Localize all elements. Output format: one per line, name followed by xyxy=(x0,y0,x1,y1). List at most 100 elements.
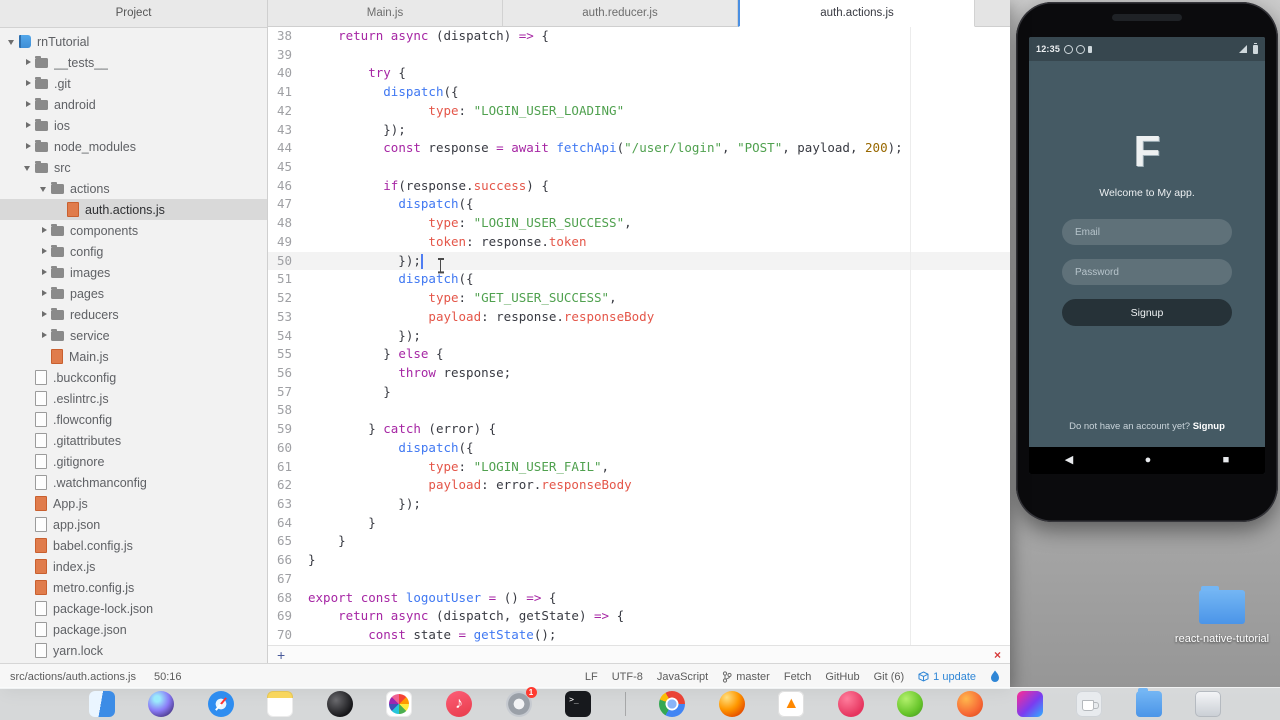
tree-item-label: images xyxy=(70,265,111,280)
file-icon xyxy=(35,496,47,511)
mouse-ibeam-cursor xyxy=(436,258,445,273)
dock-icon-finder[interactable] xyxy=(88,691,115,717)
status-teletype[interactable] xyxy=(990,670,1000,683)
tree-file-.buckconfig[interactable]: .buckconfig xyxy=(0,367,267,388)
code-text: } xyxy=(308,383,391,399)
status-file-path[interactable]: src/actions/auth.actions.js xyxy=(10,671,136,683)
close-panel-button[interactable]: × xyxy=(994,649,1001,661)
add-button[interactable]: + xyxy=(277,648,285,662)
status-encoding[interactable]: UTF-8 xyxy=(612,671,643,683)
tree-file-metro.config.js[interactable]: metro.config.js xyxy=(0,577,267,598)
tree-file-Main.js[interactable]: Main.js xyxy=(0,346,267,367)
tree-folder-rnTutorial[interactable]: rnTutorial xyxy=(0,31,267,52)
dock-icon-vlc[interactable]: ▲ xyxy=(778,691,805,717)
dock-icon-system-preferences[interactable]: 1 xyxy=(505,687,537,717)
tree-file-auth.actions.js[interactable]: auth.actions.js xyxy=(0,199,267,220)
dock-icon-safari[interactable] xyxy=(207,691,234,717)
dock-icon-coffee-cup[interactable] xyxy=(1076,691,1103,717)
code-text: }); xyxy=(308,327,421,343)
chevron-right-icon xyxy=(38,288,50,300)
dock-icon-music[interactable]: ♪ xyxy=(445,691,472,717)
line-number: 46 xyxy=(276,177,292,193)
chevron-down-icon xyxy=(22,162,34,174)
code-line-68: 68 export const logoutUser = () => { xyxy=(268,589,1010,608)
code-line-64: 64 } xyxy=(268,514,1010,533)
bottom-panel: + × xyxy=(268,645,1010,664)
back-button[interactable]: ◀ xyxy=(1065,455,1073,466)
line-number: 52 xyxy=(276,290,292,306)
recents-button[interactable]: ■ xyxy=(1223,455,1230,466)
status-line-ending[interactable]: LF xyxy=(585,671,598,683)
tree-file-.gitignore[interactable]: .gitignore xyxy=(0,451,267,472)
signup-link[interactable]: Signup xyxy=(1193,421,1225,432)
tree-file-.flowconfig[interactable]: .flowconfig xyxy=(0,409,267,430)
tree-file-babel.config.js[interactable]: babel.config.js xyxy=(0,535,267,556)
chevron-right-icon xyxy=(38,330,50,342)
tree-folder-components[interactable]: components xyxy=(0,220,267,241)
tree-folder-pages[interactable]: pages xyxy=(0,283,267,304)
tab-auth.actions.js[interactable]: auth.actions.js xyxy=(738,0,975,27)
status-github[interactable]: GitHub xyxy=(825,671,859,683)
dock-icon-genymotion[interactable] xyxy=(837,691,864,717)
dock-icon-siri[interactable] xyxy=(148,691,175,717)
tree-folder-images[interactable]: images xyxy=(0,262,267,283)
line-number: 49 xyxy=(276,233,292,249)
tree-file-app.json[interactable]: app.json xyxy=(0,514,267,535)
tree-folder-config[interactable]: config xyxy=(0,241,267,262)
status-cursor-position[interactable]: 50:16 xyxy=(154,671,182,683)
dock-icon-chrome[interactable] xyxy=(659,691,686,717)
dock-icon-trash[interactable] xyxy=(1195,691,1222,717)
desktop-folder-react-native-tutorial[interactable]: react-native-tutorial xyxy=(1172,586,1272,646)
folder-icon xyxy=(51,328,64,341)
dock-icon-firefox[interactable] xyxy=(718,691,745,717)
dock-icon-android-studio[interactable] xyxy=(897,691,924,717)
home-button[interactable]: ● xyxy=(1145,455,1152,466)
dock-icon-photos[interactable] xyxy=(386,691,413,717)
tree-folder-reducers[interactable]: reducers xyxy=(0,304,267,325)
folder-icon xyxy=(35,55,48,68)
dock-icon-photo-booth[interactable] xyxy=(326,691,353,717)
code-line-50: 50 }); xyxy=(268,251,1010,271)
dock-icon-notes[interactable] xyxy=(267,691,294,717)
phone-clock: 12:35 xyxy=(1036,44,1061,54)
tree-file-.gitattributes[interactable]: .gitattributes xyxy=(0,430,267,451)
tree-file-index.js[interactable]: index.js xyxy=(0,556,267,577)
tree-folder-node_modules[interactable]: node_modules xyxy=(0,136,267,157)
code-editor[interactable]: 38 return async (dispatch) => {39 40 try … xyxy=(268,27,1010,645)
tree-file-App.js[interactable]: App.js xyxy=(0,493,267,514)
status-git-branch[interactable]: master xyxy=(722,671,770,683)
tree-file-package-lock.json[interactable]: package-lock.json xyxy=(0,598,267,619)
tab-Main.js[interactable]: Main.js xyxy=(268,0,503,27)
status-fetch[interactable]: Fetch xyxy=(784,671,812,683)
tree-file-.eslintrc.js[interactable]: .eslintrc.js xyxy=(0,388,267,409)
code-text: }); xyxy=(308,121,406,137)
tree-folder-src[interactable]: src xyxy=(0,157,267,178)
tree-file-.watchmanconfig[interactable]: .watchmanconfig xyxy=(0,472,267,493)
dock-icon-postman[interactable] xyxy=(957,691,983,717)
tree-item-label: yarn.lock xyxy=(53,643,104,658)
code-text: return async (dispatch) => { xyxy=(338,28,549,43)
dock-icon-downloads-folder[interactable] xyxy=(1135,688,1162,717)
dock-icon-terminal[interactable]: >_ xyxy=(565,691,592,717)
tree-folder-service[interactable]: service xyxy=(0,325,267,346)
screen: 12:35 F Welcome to My app. Email Passwor… xyxy=(0,0,1280,720)
status-git-changes[interactable]: Git (6) xyxy=(874,671,905,683)
tree-file-package.json[interactable]: package.json xyxy=(0,619,267,640)
status-package-updates[interactable]: 1 update xyxy=(918,671,976,683)
tree-folder-__tests__[interactable]: __tests__ xyxy=(0,52,267,73)
tree-folder-.git[interactable]: .git xyxy=(0,73,267,94)
tree-folder-actions[interactable]: actions xyxy=(0,178,267,199)
dock-icon-intellij-idea[interactable] xyxy=(1016,691,1043,717)
tree-folder-ios[interactable]: ios xyxy=(0,115,267,136)
signup-button[interactable]: Signup xyxy=(1062,299,1232,326)
tab-auth.reducer.js[interactable]: auth.reducer.js xyxy=(503,0,738,27)
email-input[interactable]: Email xyxy=(1062,219,1232,245)
tree-item-label: pages xyxy=(70,286,105,301)
status-grammar[interactable]: JavaScript xyxy=(657,671,708,683)
password-input[interactable]: Password xyxy=(1062,259,1232,285)
tree-file-yarn.lock[interactable]: yarn.lock xyxy=(0,640,267,661)
tree-folder-android[interactable]: android xyxy=(0,94,267,115)
code-text: dispatch({ xyxy=(398,439,474,455)
